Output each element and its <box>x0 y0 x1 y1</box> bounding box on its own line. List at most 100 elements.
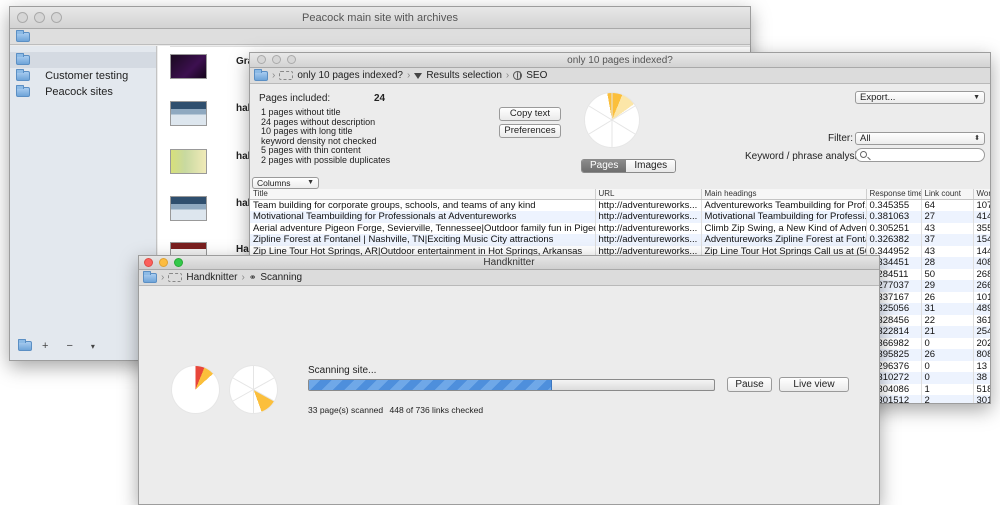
pause-button[interactable]: Pause <box>727 377 772 392</box>
breadcrumb-item-seo[interactable]: SEO <box>526 70 547 81</box>
tab-pages[interactable]: Pages <box>582 160 627 172</box>
column-header-word-count[interactable]: Word <box>973 189 990 200</box>
table-cell: 26 <box>921 291 974 303</box>
column-header-url[interactable]: URL <box>595 189 702 200</box>
table-cell: 31 <box>921 303 974 315</box>
scan-progress-fill <box>309 380 552 390</box>
close-button[interactable] <box>144 258 153 267</box>
zoom-button[interactable] <box>51 12 62 23</box>
zoom-button[interactable] <box>287 55 296 64</box>
keyword-search-input[interactable] <box>855 148 985 162</box>
minimize-button[interactable] <box>34 12 45 23</box>
column-header-response-time[interactable]: Response time <box>866 189 922 200</box>
site-label: Ha <box>236 244 249 255</box>
table-row[interactable]: Motivational Teambuilding for Profession… <box>250 211 990 223</box>
window-titlebar[interactable]: Peacock main site with archives <box>10 7 750 29</box>
breadcrumb-item-project[interactable]: only 10 pages indexed? <box>297 70 403 81</box>
tab-images[interactable]: Images <box>626 160 676 172</box>
folder-icon <box>16 69 30 82</box>
table-cell: 64 <box>921 199 974 211</box>
site-thumbnail[interactable] <box>170 101 207 126</box>
pie-spokes <box>588 93 636 147</box>
window-title: Peacock main site with archives <box>302 12 458 24</box>
chevron-right-icon: › <box>161 272 165 283</box>
add-button[interactable]: + <box>42 340 48 352</box>
table-row[interactable]: Team building for corporate groups, scho… <box>250 199 990 211</box>
minimize-button[interactable] <box>159 258 168 267</box>
scan-progress-bar <box>308 379 715 391</box>
folder-icon[interactable] <box>143 270 157 283</box>
table-row[interactable]: Aerial adventure Pigeon Forge, Seviervil… <box>250 222 990 234</box>
site-thumbnail[interactable] <box>170 54 207 79</box>
window-titlebar[interactable]: only 10 pages indexed? <box>250 53 990 68</box>
window-title: Handknitter <box>483 257 535 268</box>
table-cell: 43 <box>921 245 974 257</box>
keyword-analysis-label: Keyword / phrase analysis: <box>745 151 865 162</box>
table-cell: 144 <box>973 245 990 257</box>
table-cell: http://adventureworks... <box>595 211 702 223</box>
folder-icon[interactable] <box>254 68 268 81</box>
sidebar-item-root[interactable] <box>10 52 156 68</box>
table-cell: Motivational Teambuilding for Professi..… <box>701 211 867 223</box>
site-thumbnail[interactable] <box>170 149 207 174</box>
table-cell: Adventureworks Zipline Forest at Fontane… <box>701 234 867 246</box>
live-view-button[interactable]: Live view <box>779 377 849 392</box>
table-cell: 28 <box>921 257 974 269</box>
minimize-button[interactable] <box>272 55 281 64</box>
close-button[interactable] <box>17 12 28 23</box>
scan-status-text: Scanning site... <box>308 365 377 376</box>
chevron-down-icon: ▼ <box>307 179 314 186</box>
breadcrumb-item-project[interactable]: Handknitter <box>186 272 237 283</box>
table-cell: 254 <box>973 326 990 338</box>
table-cell: 26 <box>921 349 974 361</box>
table-row[interactable]: Zipline Forest at Fontanel | Nashville, … <box>250 234 990 246</box>
copy-text-button[interactable]: Copy text <box>499 107 561 121</box>
table-cell: Motivational Teambuilding for Profession… <box>250 211 596 223</box>
window-titlebar[interactable]: Handknitter <box>139 256 879 270</box>
folder-icon[interactable] <box>16 30 30 43</box>
column-header-main-headings[interactable]: Main headings <box>701 189 867 200</box>
table-cell: http://adventureworks... <box>595 234 702 246</box>
window-handknitter: Handknitter › Handknitter › ⚭ Scanning S… <box>138 255 880 505</box>
preferences-button[interactable]: Preferences <box>499 124 561 138</box>
links-checked-count: 448 of 736 links checked <box>389 405 484 415</box>
sidebar-item-peacock-sites[interactable]: Peacock sites <box>10 84 156 100</box>
table-cell: 107 <box>973 199 990 211</box>
table-cell: 361 <box>973 314 990 326</box>
breadcrumb-item-scanning[interactable]: Scanning <box>260 272 302 283</box>
site-thumbnail[interactable] <box>170 196 207 221</box>
folder-icon <box>16 85 30 98</box>
folder-icon <box>16 53 30 66</box>
table-cell: Adventureworks Teambuilding for Prof... <box>701 199 867 211</box>
sidebar-item-customer-testing[interactable]: Customer testing <box>10 68 156 84</box>
table-cell: 37 <box>921 234 974 246</box>
binoculars-icon: ⚭ <box>248 272 257 282</box>
table-header-row: Title URL Main headings Response time Li… <box>250 189 990 200</box>
column-header-link-count[interactable]: Link count <box>921 189 974 200</box>
zoom-button[interactable] <box>174 258 183 267</box>
filter-icon <box>414 72 423 79</box>
table-cell: 0.381063 <box>866 211 922 223</box>
table-cell: 21 <box>921 326 974 338</box>
columns-dropdown[interactable]: Columns ▼ <box>252 177 319 189</box>
table-cell: Zipline Forest at Fontanel | Nashville, … <box>250 234 596 246</box>
chevron-right-icon: › <box>505 70 510 81</box>
breadcrumb: › only 10 pages indexed? › Results selec… <box>250 68 990 84</box>
close-button[interactable] <box>257 55 266 64</box>
table-cell: 0 <box>921 360 974 372</box>
table-cell: 50 <box>921 268 974 280</box>
table-cell: 414 <box>973 211 990 223</box>
filter-dropdown[interactable]: All ⬍ <box>855 132 985 145</box>
column-header-title[interactable]: Title <box>250 189 596 200</box>
window-controls <box>257 55 296 64</box>
remove-button[interactable]: − <box>66 340 72 352</box>
options-menu-button[interactable]: ▾ <box>91 342 95 351</box>
table-cell: 29 <box>921 280 974 292</box>
export-dropdown[interactable]: Export... ▼ <box>855 91 985 104</box>
chevron-right-icon: › <box>406 70 411 81</box>
table-cell: 43 <box>921 222 974 234</box>
table-cell: Team building for corporate groups, scho… <box>250 199 596 211</box>
new-folder-icon[interactable] <box>18 339 32 351</box>
stat-line: 2 pages with possible duplicates <box>261 154 391 165</box>
breadcrumb-item-results[interactable]: Results selection <box>426 70 502 81</box>
